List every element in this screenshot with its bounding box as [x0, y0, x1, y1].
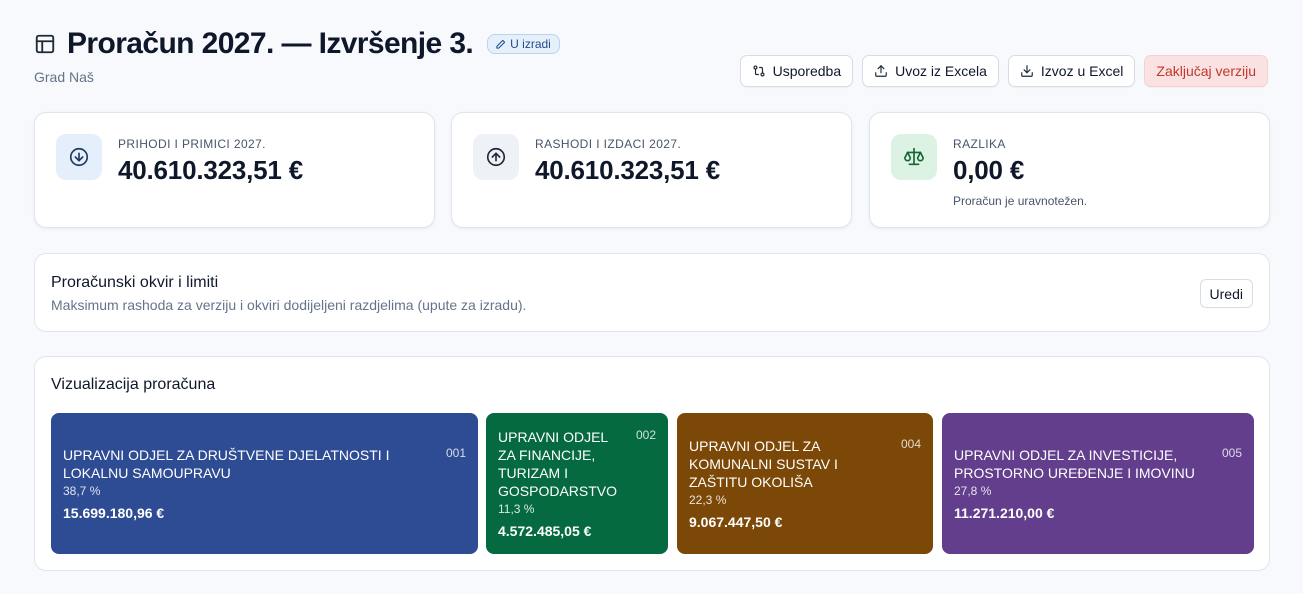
department-tile-002[interactable]: 002 UPRAVNI ODJEL ZA FINANCIJE, TURIZAM …	[486, 413, 668, 554]
difference-note: Proračun je uravnotežen.	[953, 194, 1088, 208]
difference-label: RAZLIKA	[953, 137, 1006, 151]
summary-cards: PRIHODI I PRIMICI 2027. 40.610.323,51 € …	[34, 112, 1270, 228]
tile-percent: 38,7 %	[63, 484, 101, 498]
budget-visualization-panel: Vizualizacija proračuna 001 UPRAVNI ODJE…	[34, 356, 1270, 571]
expense-card: RASHODI I IZDACI 2027. 40.610.323,51 €	[451, 112, 852, 228]
tile-amount: 9.067.447,50 €	[689, 514, 783, 530]
export-excel-button[interactable]: Izvoz u Excel	[1007, 55, 1136, 87]
arrow-down-circle-icon	[56, 134, 102, 180]
tile-name: UPRAVNI ODJEL ZA INVESTICIJE, PROSTORNO …	[954, 447, 1195, 481]
budget-framework-panel: Proračunski okvir i limiti Maksimum rash…	[34, 253, 1270, 332]
arrow-up-circle-icon	[473, 134, 519, 180]
tile-amount: 4.572.485,05 €	[498, 523, 592, 539]
download-icon	[1021, 65, 1033, 77]
scale-icon	[891, 134, 937, 180]
framework-title: Proračunski okvir i limiti	[51, 274, 219, 291]
tile-name: UPRAVNI ODJEL ZA KOMUNALNI SUSTAV I ZAŠT…	[689, 438, 838, 490]
upload-icon	[875, 65, 887, 77]
title-row: Proračun 2027. — Izvršenje 3. U izradi	[34, 26, 560, 62]
compare-button-label: Usporedba	[772, 63, 842, 79]
difference-card: RAZLIKA 0,00 € Proračun je uravnotežen.	[869, 112, 1270, 228]
import-excel-button-label: Uvoz iz Excela	[895, 63, 987, 79]
status-badge: U izradi	[487, 34, 560, 54]
organization-name: Grad Naš	[34, 69, 94, 85]
income-label: PRIHODI I PRIMICI 2027.	[118, 137, 266, 151]
department-tile-004[interactable]: 004 UPRAVNI ODJEL ZA KOMUNALNI SUSTAV I …	[677, 413, 933, 554]
edit-button[interactable]: Uredi	[1199, 279, 1253, 308]
tile-code: 004	[900, 437, 921, 451]
income-card: PRIHODI I PRIMICI 2027. 40.610.323,51 €	[34, 112, 435, 228]
department-tile-005[interactable]: 005 UPRAVNI ODJEL ZA INVESTICIJE, PROSTO…	[942, 413, 1254, 554]
tile-percent: 11,3 %	[498, 502, 535, 516]
tile-name: UPRAVNI ODJEL ZA DRUŠTVENE DJELATNOSTI I…	[63, 447, 390, 481]
lock-version-button[interactable]: Zaključaj verziju	[1144, 55, 1268, 87]
framework-description: Maksimum rashoda za verziju i okviri dod…	[51, 297, 527, 313]
status-badge-label: U izradi	[510, 37, 551, 51]
tile-code: 005	[1221, 446, 1242, 460]
tile-name: UPRAVNI ODJEL ZA FINANCIJE, TURIZAM I GO…	[498, 429, 618, 499]
expense-value: 40.610.323,51 €	[535, 155, 720, 185]
tile-amount: 11.271.210,00 €	[954, 505, 1055, 521]
header-actions: Usporedba Uvoz iz Excela Izvoz u Excel Z…	[739, 55, 1268, 87]
import-excel-button[interactable]: Uvoz iz Excela	[862, 55, 999, 87]
pencil-icon	[496, 39, 506, 49]
tile-code: 001	[445, 446, 466, 460]
visualization-title: Vizualizacija proračuna	[51, 376, 216, 393]
difference-value: 0,00 €	[953, 155, 1025, 185]
tile-amount: 15.699.180,96 €	[63, 505, 165, 521]
department-tile-001[interactable]: 001 UPRAVNI ODJEL ZA DRUŠTVENE DJELATNOS…	[51, 413, 478, 554]
lock-version-button-label: Zaključaj verziju	[1156, 63, 1256, 79]
table-icon	[34, 33, 56, 55]
tile-code: 002	[635, 428, 656, 442]
expense-label: RASHODI I IZDACI 2027.	[535, 137, 682, 151]
tile-percent: 27,8 %	[954, 484, 992, 498]
income-value: 40.610.323,51 €	[118, 155, 303, 185]
page-title: Proračun 2027. — Izvršenje 3.	[67, 27, 474, 60]
compare-button[interactable]: Usporedba	[739, 55, 854, 87]
export-excel-button-label: Izvoz u Excel	[1040, 63, 1124, 79]
git-compare-icon	[753, 65, 765, 77]
tile-percent: 22,3 %	[689, 493, 727, 507]
page-header: Proračun 2027. — Izvršenje 3. U izradi G…	[34, 26, 1270, 96]
